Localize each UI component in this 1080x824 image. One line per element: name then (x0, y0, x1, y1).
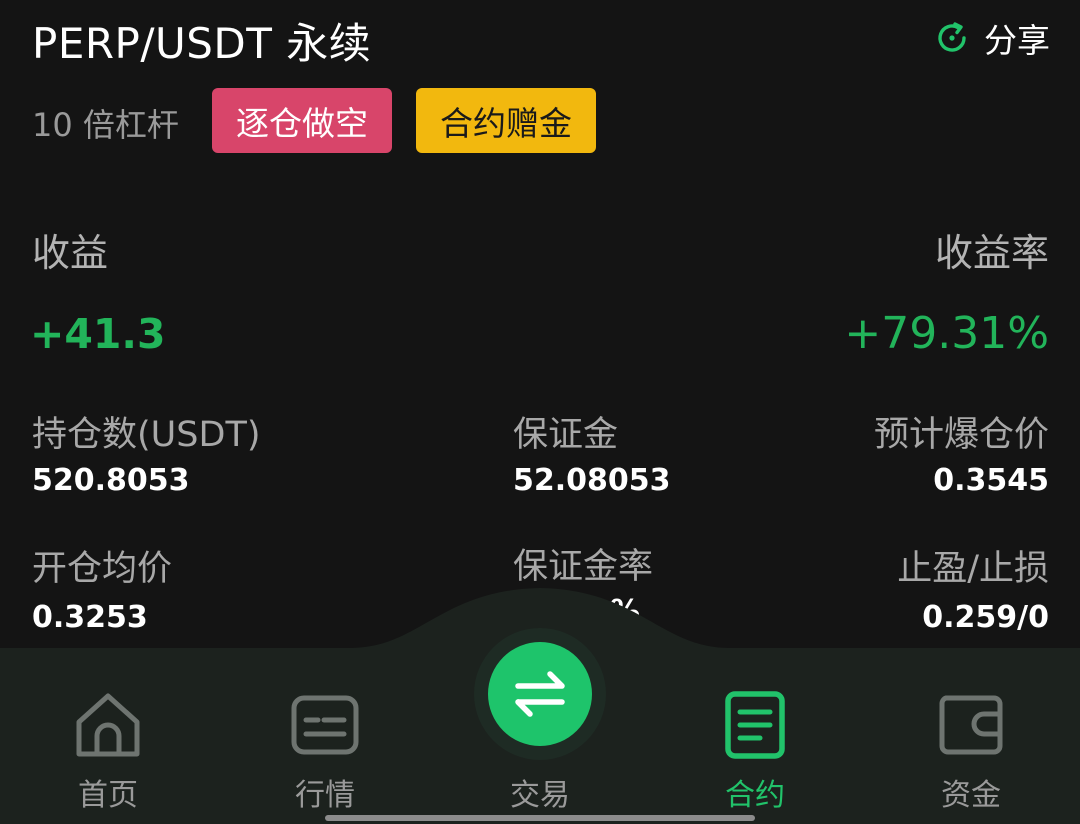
margin-value: 52.08053 (513, 463, 671, 498)
home-icon (76, 693, 140, 757)
market-icon (291, 695, 359, 755)
nav-contract-label: 合约 (725, 778, 785, 813)
nav-home[interactable]: 首页 (28, 690, 188, 814)
liquidation-price-value: 0.3545 (933, 463, 1049, 498)
pnl-value: +41.3 (30, 310, 166, 358)
nav-trade[interactable] (488, 642, 592, 746)
margin-rate-label: 保证金率 (513, 547, 654, 587)
nav-market-label: 行情 (295, 778, 355, 813)
entry-price-value: 0.3253 (32, 600, 148, 635)
entry-price-label: 开仓均价 (32, 549, 173, 589)
wallet-icon (939, 695, 1003, 755)
pnl-rate-label: 收益率 (934, 231, 1049, 275)
swap-icon (515, 671, 565, 717)
nav-wallet-label: 资金 (941, 778, 1001, 813)
position-size-value: 520.8053 (32, 463, 190, 498)
page-title: PERP/USDT 永续 (32, 19, 372, 68)
tpsl-value: 0.259/0 (922, 600, 1049, 635)
leverage-label: 10 倍杠杆 (32, 106, 179, 144)
share-button[interactable]: 分享 (934, 14, 1050, 62)
liquidation-price-label: 预计爆仓价 (873, 415, 1049, 455)
nav-contract[interactable]: 合约 (675, 690, 835, 814)
nav-home-label: 首页 (78, 778, 138, 813)
home-indicator[interactable] (325, 815, 755, 821)
nav-market[interactable]: 行情 (245, 690, 405, 814)
tpsl-label: 止盈/止损 (897, 549, 1049, 589)
share-label: 分享 (984, 21, 1050, 60)
margin-rate-value: % (610, 594, 641, 629)
bonus-badge: 合约赠金 (416, 88, 596, 153)
refresh-share-icon (938, 22, 966, 52)
margin-label: 保证金 (513, 415, 619, 455)
pnl-rate-value: +79.31% (844, 308, 1049, 359)
nav-trade-label: 交易 (510, 778, 570, 813)
pnl-label: 收益 (32, 231, 109, 275)
direction-badge: 逐仓做空 (212, 88, 392, 153)
contract-icon (725, 691, 785, 759)
nav-wallet[interactable]: 资金 (891, 690, 1051, 814)
position-size-label: 持仓数(USDT) (32, 415, 261, 455)
